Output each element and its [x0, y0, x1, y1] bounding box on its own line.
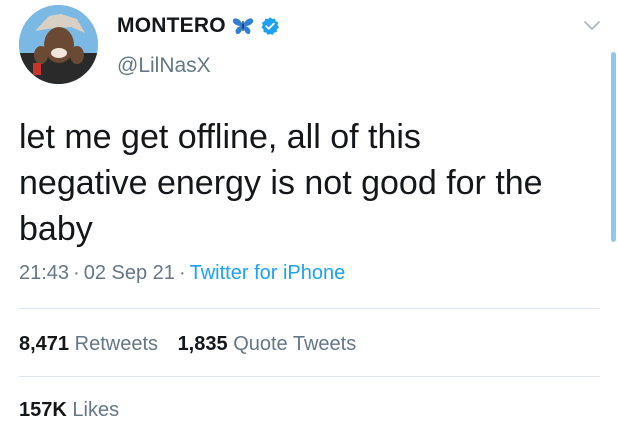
display-name-row: MONTERO: [117, 14, 280, 38]
chevron-down-icon[interactable]: [583, 20, 601, 32]
display-name[interactable]: MONTERO: [117, 14, 226, 38]
likes-label: Likes: [72, 399, 120, 421]
divider: [19, 308, 600, 309]
tweet-time[interactable]: 21:43: [19, 262, 69, 284]
retweets-count: 8,471: [19, 333, 70, 355]
likes-count: 157K: [19, 399, 67, 421]
butterfly-icon: [232, 17, 254, 35]
likes-stat[interactable]: 157K Likes: [19, 399, 119, 421]
retweets-label: Retweets: [74, 333, 158, 355]
verified-badge-icon: [260, 16, 280, 36]
tweet-meta: 21:43 · 02 Sep 21 · Twitter for iPhone: [19, 262, 345, 285]
meta-separator: ·: [73, 262, 80, 284]
divider: [19, 376, 600, 377]
tweet-text: let me get offline, all of this negative…: [19, 118, 543, 248]
tweet-card: MONTERO @LilNasX let me get offline, all…: [0, 0, 618, 433]
user-handle[interactable]: @LilNasX: [117, 54, 211, 78]
scrollbar[interactable]: [611, 52, 616, 242]
tweet-source-link[interactable]: Twitter for iPhone: [190, 262, 346, 284]
avatar-image: [19, 5, 98, 84]
tweet-date[interactable]: 02 Sep 21: [84, 262, 175, 284]
quote-tweets-label: Quote Tweets: [233, 333, 357, 355]
quote-tweets-stat[interactable]: 1,835 Quote Tweets: [178, 333, 357, 355]
stats-row-likes: 157K Likes: [19, 399, 133, 422]
quote-tweets-count: 1,835: [177, 333, 228, 355]
stats-row-retweets: 8,471 Retweets 1,835 Quote Tweets: [19, 333, 370, 356]
meta-separator: ·: [178, 262, 186, 284]
retweets-stat[interactable]: 8,471 Retweets: [19, 333, 158, 355]
avatar[interactable]: [19, 5, 98, 84]
